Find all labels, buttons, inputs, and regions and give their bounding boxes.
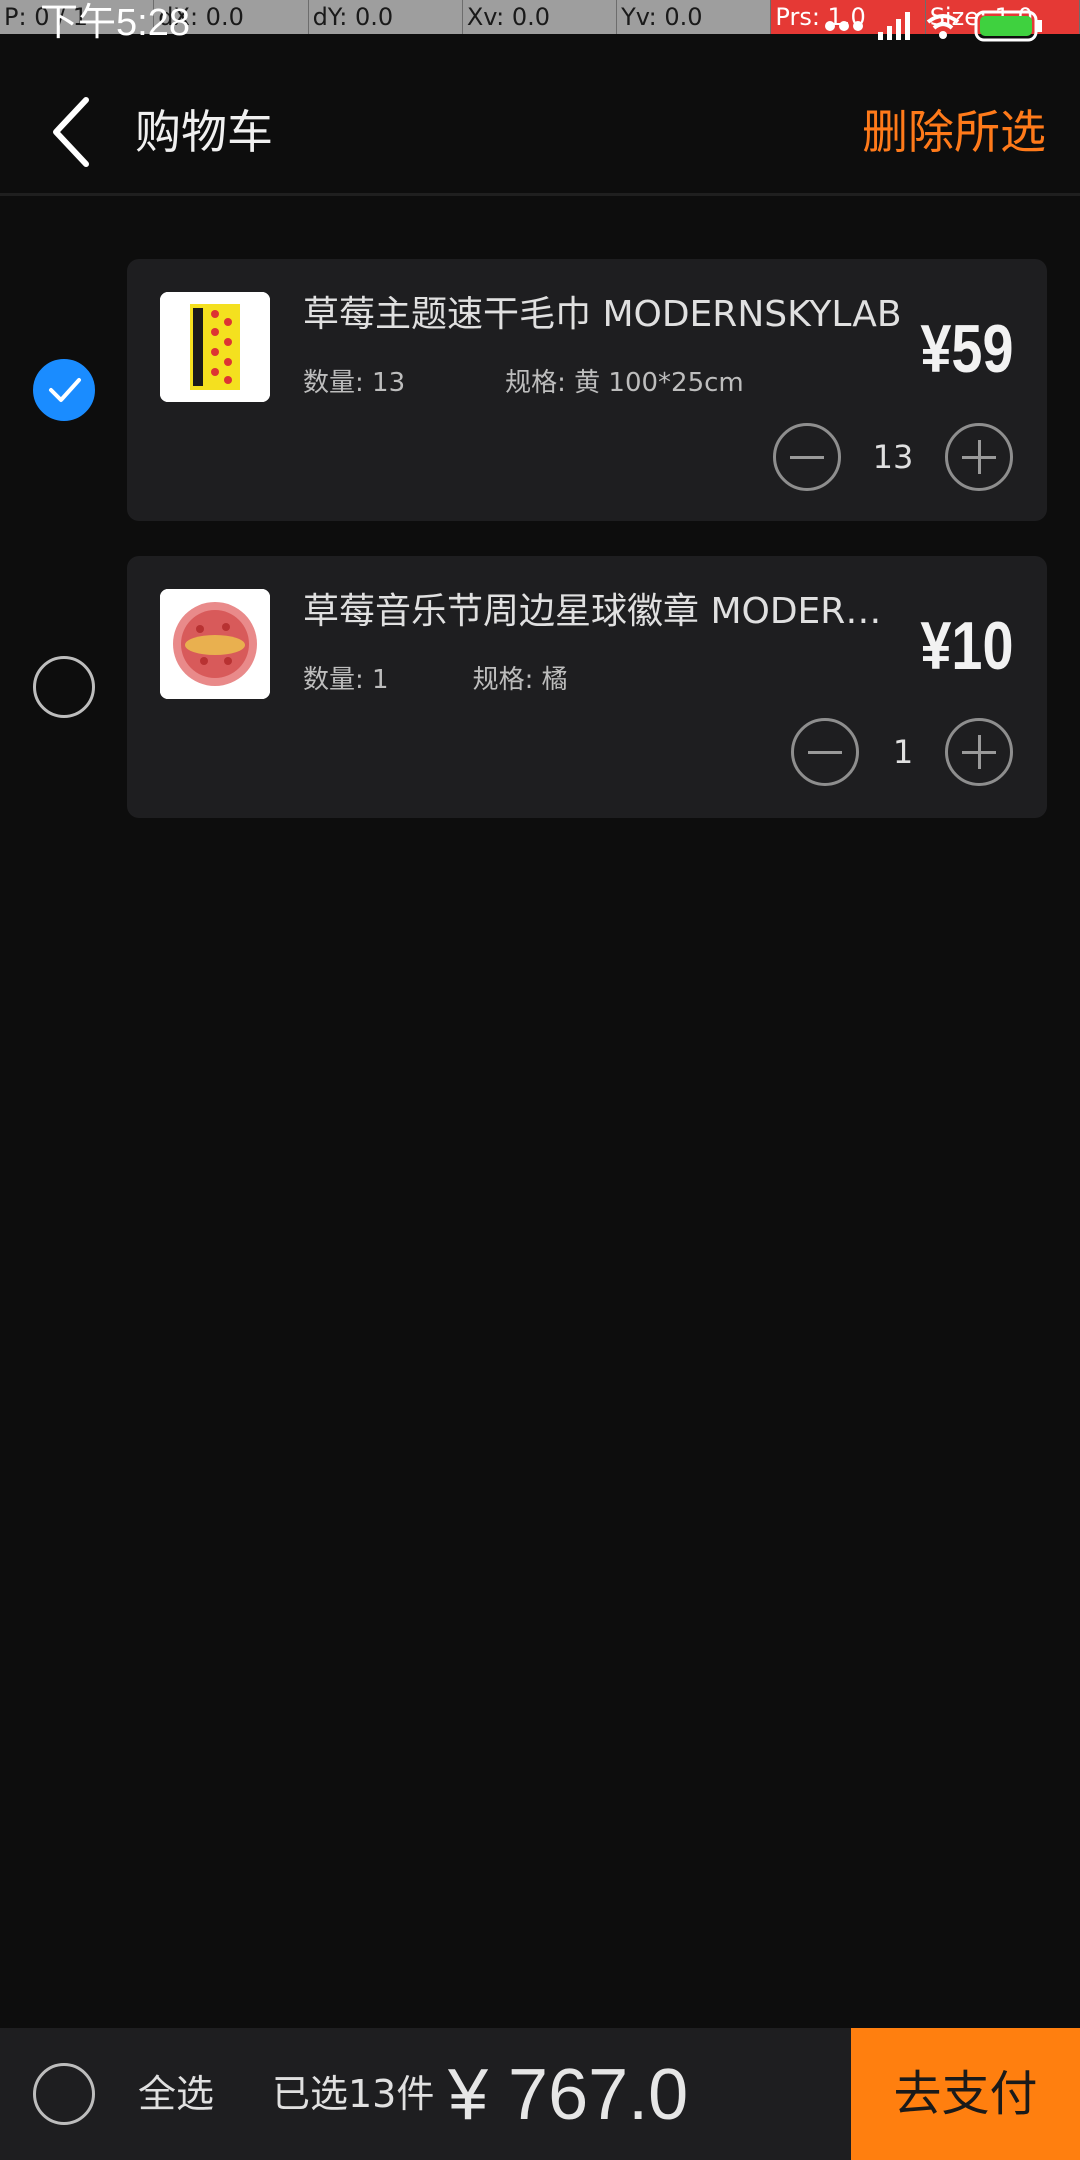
debug-yv: Yv: 0.0 bbox=[617, 0, 772, 34]
checkmark-icon bbox=[49, 378, 81, 402]
item-price: ¥59 bbox=[919, 311, 1013, 387]
towel-product-image bbox=[160, 292, 270, 402]
item-meta: 数量: 13 规格: 黄 100*25cm bbox=[303, 363, 744, 403]
increase-button[interactable] bbox=[945, 423, 1013, 491]
debug-size: Size: 1.0 bbox=[925, 0, 1080, 34]
item-title: 草莓主题速干毛巾 MODERNSKYLAB bbox=[303, 294, 902, 335]
item-spec-label: 规格: 黄 100*25cm bbox=[505, 368, 744, 398]
quantity-value: 13 bbox=[872, 438, 914, 476]
debug-dy: dY: 0.0 bbox=[309, 0, 463, 34]
item-title: 草莓音乐节周边星球徽章 MODERNSKYLAB bbox=[303, 591, 903, 632]
decrease-button[interactable] bbox=[791, 718, 859, 786]
item-quantity-label: 数量: 13 bbox=[303, 368, 406, 398]
back-button[interactable] bbox=[40, 92, 100, 172]
badge-product-image bbox=[160, 589, 270, 699]
item-spec-label: 规格: 橘 bbox=[472, 665, 568, 695]
cart-item-card[interactable]: 草莓主题速干毛巾 MODERNSKYLAB 数量: 13 规格: 黄 100*25… bbox=[127, 259, 1047, 521]
product-thumbnail[interactable] bbox=[160, 589, 270, 699]
delete-selected-button[interactable]: 删除所选 bbox=[862, 102, 1046, 162]
item-checkbox[interactable] bbox=[33, 359, 95, 421]
header: 购物车 删除所选 bbox=[0, 34, 1080, 196]
decrease-button[interactable] bbox=[773, 423, 841, 491]
select-all-label[interactable]: 全选 bbox=[138, 2068, 214, 2120]
debug-xv: Xv: 0.0 bbox=[463, 0, 618, 34]
selected-count: 已选13件 bbox=[272, 2072, 435, 2116]
back-arrow-icon bbox=[53, 97, 89, 167]
pay-button[interactable]: 去支付 bbox=[851, 2028, 1080, 2160]
item-checkbox[interactable] bbox=[33, 656, 95, 718]
debug-pointer: P: 0 / 1 bbox=[0, 0, 155, 34]
cart-item-card[interactable]: 草莓音乐节周边星球徽章 MODERNSKYLAB 数量: 1规格: 橘 ¥10 … bbox=[127, 556, 1047, 818]
item-meta: 数量: 1 规格: 橘 bbox=[303, 660, 568, 700]
checkout-bar: 全选 已选13件 ¥ 767.0 去支付 bbox=[0, 2028, 1080, 2160]
debug-dx: dX: 0.0 bbox=[154, 0, 309, 34]
increase-button[interactable] bbox=[945, 718, 1013, 786]
total-price: ¥ 767.0 bbox=[448, 2055, 689, 2135]
debug-pressure: Prs: 1.0 bbox=[771, 0, 926, 34]
quantity-value: 1 bbox=[892, 733, 914, 771]
product-thumbnail[interactable] bbox=[160, 292, 270, 402]
page-title: 购物车 bbox=[135, 105, 273, 159]
item-price: ¥10 bbox=[919, 608, 1013, 684]
select-all-checkbox[interactable] bbox=[33, 2063, 95, 2125]
pointer-debug-bar: P: 0 / 1 dX: 0.0 dY: 0.0 Xv: 0.0 Yv: 0.0… bbox=[0, 0, 1080, 34]
item-quantity-label: 数量: 1 bbox=[303, 665, 389, 695]
